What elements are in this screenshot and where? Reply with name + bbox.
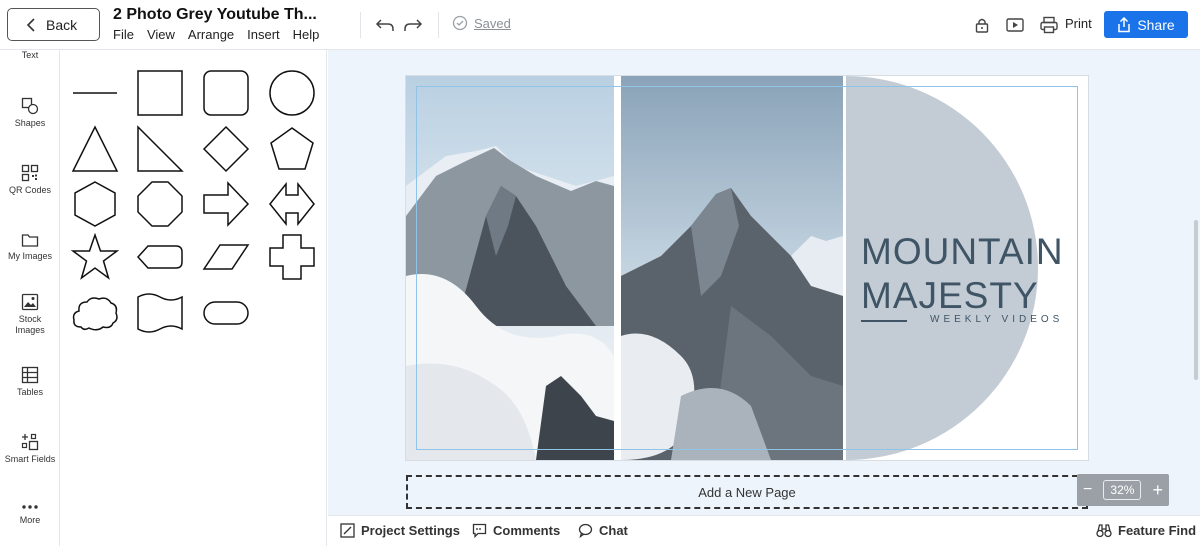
shapes-panel: [61, 50, 327, 546]
rail-item-label: QR Codes: [8, 185, 52, 195]
parallelogram-shape[interactable]: [202, 233, 250, 281]
zoom-in-icon[interactable]: +: [1152, 480, 1163, 501]
shapes-icon: [21, 97, 39, 115]
chevron-left-icon: [26, 18, 35, 32]
vertical-scrollbar[interactable]: [1194, 220, 1198, 380]
share-icon: [1118, 16, 1131, 32]
headline-line-1[interactable]: MOUNTAIN: [861, 232, 1064, 272]
comments-button[interactable]: Comments: [472, 523, 560, 538]
design-page[interactable]: MOUNTAIN MAJESTY WEEKLY VIDEOS: [405, 75, 1089, 461]
double-arrow-shape[interactable]: [268, 180, 316, 228]
share-label: Share: [1137, 16, 1175, 33]
line-shape[interactable]: [71, 69, 119, 117]
diamond-shape[interactable]: [202, 125, 250, 173]
rail-item-text[interactable]: Text: [0, 50, 60, 61]
more-icon: [22, 505, 38, 509]
pill-shape[interactable]: [202, 289, 250, 337]
project-settings-label: Project Settings: [361, 523, 460, 538]
table-icon: [21, 366, 39, 384]
menu-view[interactable]: View: [147, 27, 175, 42]
rail-item-label: Stock Images: [15, 314, 45, 335]
add-page-label: Add a New Page: [698, 484, 796, 500]
square-shape[interactable]: [136, 69, 184, 117]
right-triangle-shape[interactable]: [136, 125, 184, 173]
comments-label: Comments: [493, 523, 561, 538]
arrow-shape[interactable]: [202, 180, 250, 228]
star-shape[interactable]: [71, 233, 119, 281]
cross-shape[interactable]: [268, 233, 316, 281]
redo-icon[interactable]: [402, 14, 424, 36]
add-page-button[interactable]: Add a New Page: [406, 475, 1088, 509]
back-label: Back: [46, 16, 78, 33]
rail-item-label: Text: [21, 50, 39, 60]
project-settings-button[interactable]: Project Settings: [340, 523, 460, 538]
undo-icon[interactable]: [374, 14, 396, 36]
rail-item-stock-images[interactable]: Stock Images: [0, 293, 60, 336]
rail-item-shapes[interactable]: Shapes: [0, 97, 60, 129]
rail-item-label: More: [19, 515, 41, 525]
rail-item-smart-fields[interactable]: Smart Fields: [0, 433, 60, 465]
triangle-shape[interactable]: [71, 125, 119, 173]
binoculars-icon: [1096, 524, 1112, 538]
zoom-control: − 32% +: [1077, 474, 1169, 506]
feature-find-label: Feature Find: [1118, 523, 1197, 538]
rail-item-more[interactable]: More: [0, 502, 60, 526]
mountain-photo-left[interactable]: [406, 76, 614, 460]
document-title[interactable]: 2 Photo Grey Youtube Th...: [113, 6, 317, 24]
rail-item-label: Tables: [16, 387, 43, 397]
octagon-shape[interactable]: [136, 180, 184, 228]
menu-bar: File View Arrange Insert Help: [113, 27, 332, 42]
rail-item-qr-codes[interactable]: QR Codes: [0, 164, 60, 196]
chat-icon: [578, 523, 593, 538]
settings-page-icon: [340, 523, 355, 538]
menu-arrange[interactable]: Arrange: [188, 27, 234, 42]
rounded-square-shape[interactable]: [202, 69, 250, 117]
print-icon[interactable]: [1038, 14, 1060, 36]
divider: [438, 12, 439, 38]
headline-line-2[interactable]: MAJESTY: [861, 276, 1039, 316]
rail-item-label: My Images: [7, 251, 52, 261]
rail-item-my-images[interactable]: My Images: [0, 232, 60, 262]
menu-insert[interactable]: Insert: [247, 27, 280, 42]
folder-icon: [21, 234, 39, 247]
print-label[interactable]: Print: [1065, 16, 1092, 31]
zoom-out-icon[interactable]: −: [1083, 481, 1092, 499]
lock-icon[interactable]: [971, 14, 993, 36]
subtitle-rule[interactable]: [861, 320, 907, 322]
wave-shape[interactable]: [136, 289, 184, 337]
rail-item-label: Smart Fields: [4, 454, 56, 464]
share-button[interactable]: Share: [1104, 11, 1188, 38]
subtitle-text[interactable]: WEEKLY VIDEOS: [930, 314, 1063, 325]
top-toolbar: Back 2 Photo Grey Youtube Th... File Vie…: [0, 0, 1200, 50]
left-tool-rail: Text Shapes QR Codes My Images Stock Ima…: [0, 50, 60, 546]
image-icon: [21, 293, 39, 311]
hexagon-shape[interactable]: [71, 180, 119, 228]
menu-help[interactable]: Help: [293, 27, 320, 42]
circle-shape[interactable]: [268, 69, 316, 117]
tag-shape[interactable]: [136, 233, 184, 281]
cloud-shape[interactable]: [71, 289, 119, 337]
present-icon[interactable]: [1004, 14, 1026, 36]
qr-code-icon: [21, 164, 39, 182]
chat-label: Chat: [599, 523, 628, 538]
back-button[interactable]: Back: [7, 8, 100, 41]
smart-fields-icon: [21, 433, 39, 451]
pentagon-shape[interactable]: [268, 125, 316, 173]
mountain-photo-center[interactable]: [621, 76, 843, 460]
bottom-toolbar: Project Settings Comments Chat Feature F…: [328, 515, 1200, 546]
clock-check-icon: [452, 15, 468, 31]
saved-status[interactable]: Saved: [452, 15, 511, 31]
comment-icon: [472, 523, 487, 538]
chat-button[interactable]: Chat: [578, 523, 628, 538]
saved-label: Saved: [474, 15, 511, 31]
rail-item-label: Shapes: [14, 118, 46, 128]
zoom-value[interactable]: 32%: [1103, 480, 1142, 500]
rail-item-tables[interactable]: Tables: [0, 366, 60, 398]
canvas-workspace: MOUNTAIN MAJESTY WEEKLY VIDEOS Add a New…: [328, 50, 1200, 515]
menu-file[interactable]: File: [113, 27, 134, 42]
divider: [360, 12, 361, 38]
feature-find-button[interactable]: Feature Find: [1096, 523, 1196, 538]
